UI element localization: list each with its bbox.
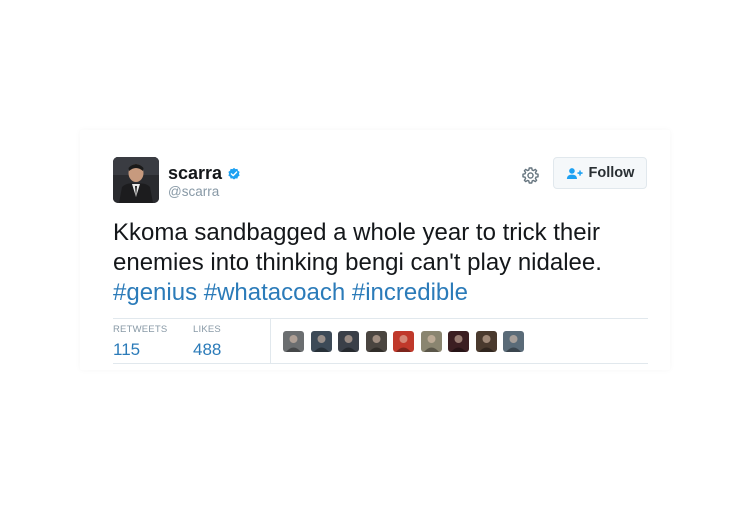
- liker-avatar[interactable]: [338, 331, 359, 352]
- user-name-row: scarra: [168, 163, 241, 184]
- liker-avatar[interactable]: [393, 331, 414, 352]
- liker-avatar[interactable]: [365, 331, 387, 352]
- stats-divider: [270, 319, 271, 363]
- tweet-text: Kkoma sandbagged a whole year to trick t…: [113, 218, 658, 308]
- retweets-count[interactable]: 115: [113, 340, 167, 360]
- user-avatar[interactable]: [113, 157, 159, 203]
- liker-avatars: [283, 331, 531, 352]
- liker-avatar[interactable]: [475, 331, 497, 352]
- liker-avatar[interactable]: [310, 331, 332, 352]
- hashtag-genius[interactable]: #genius: [113, 279, 197, 306]
- follow-label: Follow: [588, 165, 635, 181]
- likes-stat[interactable]: LIKES 488: [193, 324, 221, 360]
- likes-label: LIKES: [193, 324, 221, 335]
- tweet-stats: RETWEETS 115 LIKES 488: [113, 318, 648, 364]
- hashtag-whatacoach[interactable]: #whatacoach: [204, 279, 345, 306]
- gear-icon[interactable]: [521, 166, 540, 185]
- retweets-label: RETWEETS: [113, 324, 168, 335]
- liker-avatar[interactable]: [283, 331, 304, 352]
- tweet-line-2: enemies into thinking bengi can't play n…: [113, 249, 602, 276]
- user-name[interactable]: scarra: [168, 163, 222, 184]
- user-handle[interactable]: @scarra: [168, 184, 219, 199]
- likes-count[interactable]: 488: [193, 340, 221, 360]
- tweet-hashtags: #genius #whatacoach #incredible: [113, 278, 658, 308]
- add-user-icon: [566, 167, 583, 179]
- verified-badge-icon: [228, 167, 240, 180]
- follow-button[interactable]: Follow: [553, 157, 647, 189]
- liker-avatar[interactable]: [503, 331, 524, 352]
- retweets-stat[interactable]: RETWEETS 115: [113, 324, 167, 360]
- hashtag-incredible[interactable]: #incredible: [352, 279, 468, 306]
- liker-avatar[interactable]: [420, 331, 442, 352]
- liker-avatar[interactable]: [448, 331, 469, 352]
- tweet-line-1: Kkoma sandbagged a whole year to trick t…: [113, 219, 600, 246]
- tweet-card: scarra @scarra Follow Kkoma sandbagged a…: [80, 130, 670, 370]
- avatar-image: [113, 157, 159, 203]
